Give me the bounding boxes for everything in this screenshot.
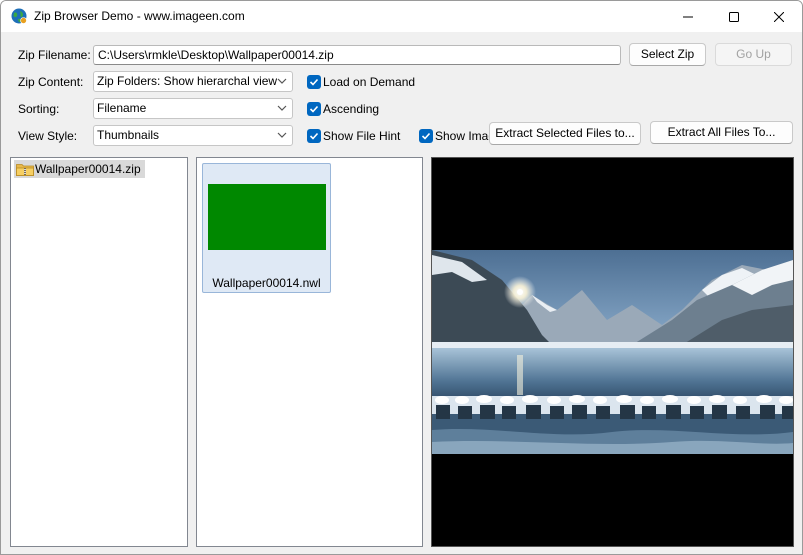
window-title: Zip Browser Demo - www.imageen.com [34, 9, 245, 23]
zip-content-label: Zip Content: [18, 75, 84, 89]
go-up-button[interactable]: Go Up [715, 43, 792, 66]
extract-all-button[interactable]: Extract All Files To... [650, 121, 793, 144]
zip-content-select[interactable]: Zip Folders: Show hierarchal view [93, 71, 293, 92]
select-zip-button[interactable]: Select Zip [629, 43, 706, 66]
sorting-label: Sorting: [18, 102, 60, 116]
app-window: Zip Browser Demo - www.imageen.com Zip F… [0, 0, 803, 555]
view-style-select[interactable]: Thumbnails [93, 125, 293, 146]
folder-tree[interactable]: Wallpaper00014.zip [10, 157, 188, 547]
checkmark-icon [421, 132, 431, 140]
checkmark-icon [309, 78, 319, 86]
close-icon [774, 11, 784, 22]
load-on-demand-label: Load on Demand [323, 75, 416, 89]
sorting-select[interactable]: Filename [93, 98, 293, 119]
show-file-hint-label: Show File Hint [323, 129, 401, 143]
show-image-label: Show Imag [435, 129, 496, 143]
image-preview[interactable] [431, 157, 794, 547]
preview-landscape-image [432, 250, 793, 454]
checkmark-icon [309, 132, 319, 140]
show-image-checkbox[interactable] [419, 129, 433, 143]
ascending-label: Ascending [323, 102, 380, 116]
file-thumbnail[interactable]: Wallpaper00014.nwl [202, 163, 331, 293]
file-list[interactable]: Wallpaper00014.nwl [196, 157, 423, 547]
chevron-down-icon [277, 78, 287, 84]
minimize-button[interactable] [665, 1, 711, 32]
checkmark-icon [309, 105, 319, 113]
sorting-value: Filename [97, 101, 147, 115]
ascending-checkbox[interactable] [307, 102, 321, 116]
zip-filename-label: Zip Filename: [18, 48, 91, 62]
show-file-hint-checkbox[interactable] [307, 129, 321, 143]
zip-filename-input[interactable]: C:\Users\rmkle\Desktop\Wallpaper00014.zi… [93, 45, 621, 65]
title-bar: Zip Browser Demo - www.imageen.com [1, 1, 802, 32]
chevron-down-icon [277, 132, 287, 138]
zip-content-value: Zip Folders: Show hierarchal view [97, 74, 278, 88]
globe-icon [11, 8, 27, 24]
thumbnail-image [208, 184, 326, 250]
zip-folder-icon [16, 164, 34, 176]
maximize-button[interactable] [711, 1, 757, 32]
close-button[interactable] [756, 1, 802, 32]
view-style-label: View Style: [18, 129, 78, 143]
view-style-value: Thumbnails [97, 128, 160, 142]
extract-selected-button[interactable]: Extract Selected Files to... [489, 122, 641, 145]
load-on-demand-checkbox[interactable] [307, 75, 321, 89]
chevron-down-icon [277, 105, 287, 111]
tree-item-label: Wallpaper00014.zip [35, 162, 141, 176]
file-caption: Wallpaper00014.nwl [212, 276, 321, 290]
minimize-icon [683, 16, 693, 17]
tree-item-zip[interactable]: Wallpaper00014.zip [14, 160, 145, 178]
maximize-icon [729, 11, 739, 22]
